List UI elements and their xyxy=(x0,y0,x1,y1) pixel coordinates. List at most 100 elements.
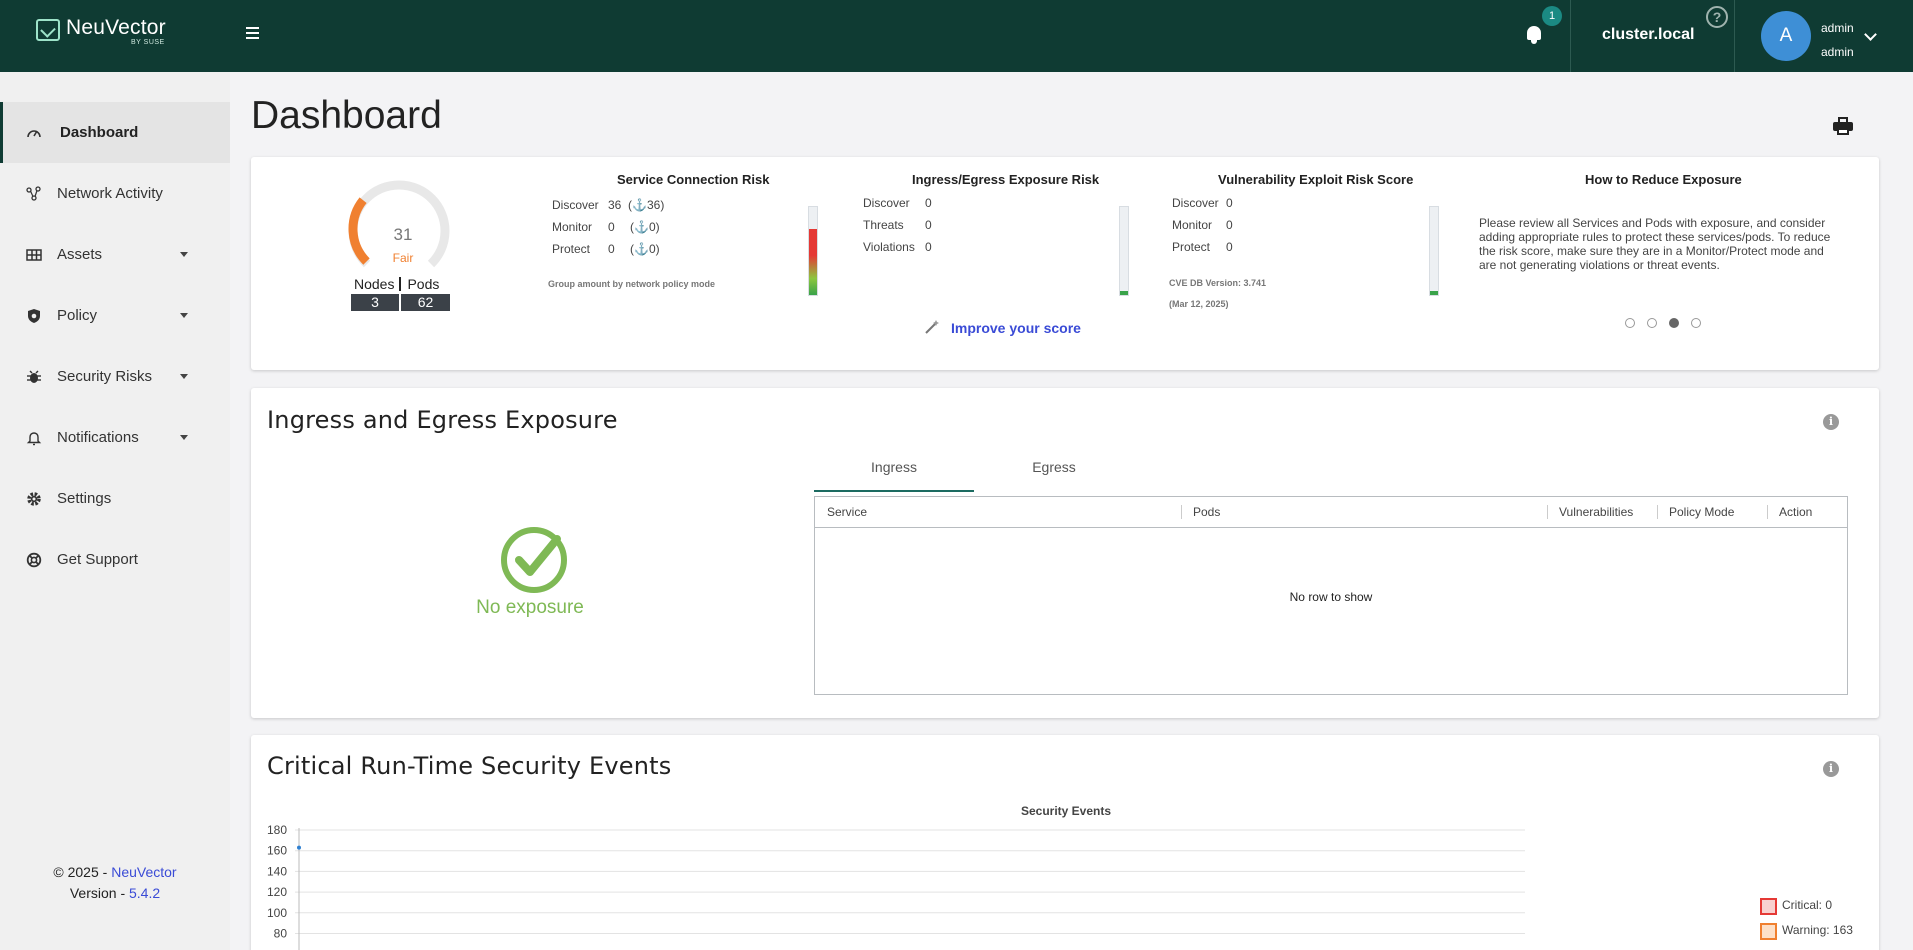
tab-egress[interactable]: Egress xyxy=(974,458,1134,492)
help-icon[interactable]: ? xyxy=(1706,6,1728,28)
user-name: admin xyxy=(1821,21,1854,35)
service-connection-stats: Discover 36 (⚓36) Monitor 0 (⚓0) Protect 0 (⚓… xyxy=(552,194,664,260)
exposure-card: Ingress and Egress Exposure i No exposur… xyxy=(251,388,1879,718)
menu-toggle-icon[interactable] xyxy=(246,27,259,39)
service-connection-title: Service Connection Risk xyxy=(617,172,770,187)
sidebar-item-label: Settings xyxy=(57,490,112,507)
vulnerability-stats: Discover 0 Monitor 0 Protect 0 xyxy=(1172,192,1233,258)
check-circle-icon xyxy=(501,527,567,593)
stat-row: Violations 0 xyxy=(863,240,932,254)
service-connection-risk-bar xyxy=(808,206,818,296)
stat-row: Protect 0 xyxy=(1172,240,1233,254)
security-events-title: Critical Run-Time Security Events xyxy=(267,752,672,780)
exposure-card-title: Ingress and Egress Exposure xyxy=(267,406,618,434)
cve-db-date: (Mar 12, 2025) xyxy=(1169,299,1229,309)
divider xyxy=(1734,0,1735,72)
nodes-count: 3 xyxy=(351,294,399,311)
anchor-icon: ⚓ xyxy=(634,242,649,256)
sidebar-item-label: Dashboard xyxy=(60,124,139,141)
network-icon xyxy=(26,185,41,201)
legend-item-critical[interactable]: Critical: 0 xyxy=(1760,898,1832,915)
sidebar-item-label: Policy xyxy=(57,307,98,324)
anchor-icon: ⚓ xyxy=(634,220,649,234)
carousel-dot[interactable] xyxy=(1647,318,1657,328)
print-icon[interactable] xyxy=(1833,117,1853,135)
shield-icon xyxy=(28,308,40,323)
nodes-label: Nodes xyxy=(354,276,395,292)
sidebar-item-assets[interactable]: Assets xyxy=(0,224,230,285)
security-events-card: Critical Run-Time Security Events i Secu… xyxy=(251,735,1879,950)
sidebar-item-security-risks[interactable]: Security Risks xyxy=(0,346,230,407)
carousel-dot[interactable] xyxy=(1625,318,1635,328)
column-header[interactable]: Vulnerabilities xyxy=(1547,497,1633,527)
data-point[interactable] xyxy=(297,845,301,850)
info-icon[interactable]: i xyxy=(1823,414,1839,430)
y-tick-label: 120 xyxy=(267,885,287,899)
user-info[interactable]: admin admin xyxy=(1821,16,1854,64)
cve-db-version: CVE DB Version: 3.741 xyxy=(1169,278,1267,288)
caret-down-icon xyxy=(180,313,188,318)
column-header[interactable]: Action xyxy=(1767,497,1812,527)
sidebar-item-label: Security Risks xyxy=(57,368,153,385)
ingress-egress-risk-bar xyxy=(1119,206,1129,296)
chevron-down-icon[interactable] xyxy=(1864,28,1877,41)
carousel-dot[interactable] xyxy=(1691,318,1701,328)
logo-icon xyxy=(36,19,60,41)
tab-ingress[interactable]: Ingress xyxy=(814,458,974,492)
nodes-pods-counts: 3 62 xyxy=(351,294,450,311)
column-header[interactable]: Pods xyxy=(1181,497,1220,527)
y-tick-label: 80 xyxy=(274,927,288,941)
improve-score-link[interactable]: Improve your score xyxy=(924,320,1081,336)
reduce-exposure-text: Please review all Services and Pods with… xyxy=(1479,216,1831,272)
stat-row: Discover 0 xyxy=(863,196,932,210)
sidebar: Dashboard Network Activity Assets Policy… xyxy=(0,72,230,950)
group-amount-note: Group amount by network policy mode xyxy=(548,279,716,289)
chart-title: Security Events xyxy=(1020,804,1112,818)
stat-row: Discover 0 xyxy=(1172,196,1233,210)
sidebar-item-dashboard[interactable]: Dashboard xyxy=(0,102,230,163)
gear-icon xyxy=(27,491,41,506)
risk-score-value: 31 xyxy=(393,225,413,244)
column-header[interactable]: Policy Mode xyxy=(1657,497,1734,527)
column-header[interactable]: Service xyxy=(815,497,867,527)
info-icon[interactable]: i xyxy=(1823,761,1839,777)
magic-wand-icon xyxy=(925,320,939,334)
brand-sub: BY SUSE xyxy=(131,39,165,46)
sidebar-item-network-activity[interactable]: Network Activity xyxy=(0,163,230,224)
avatar[interactable]: A xyxy=(1761,11,1811,61)
sidebar-item-label: Get Support xyxy=(57,551,138,568)
version-label: Version - xyxy=(69,885,129,901)
neuvector-logo[interactable]: NeuVector BY SUSE xyxy=(36,17,166,46)
stat-row: Monitor 0 (⚓0) xyxy=(552,220,660,234)
notifications-bell-icon[interactable] xyxy=(1524,24,1544,46)
legend-item-warning[interactable]: Warning: 163 xyxy=(1760,923,1853,940)
neuvector-link[interactable]: NeuVector xyxy=(111,864,176,880)
pods-count: 62 xyxy=(401,294,450,311)
sidebar-item-policy[interactable]: Policy xyxy=(0,285,230,346)
caret-down-icon xyxy=(180,435,188,440)
sidebar-item-settings[interactable]: Settings xyxy=(0,468,230,529)
sidebar-item-notifications[interactable]: Notifications xyxy=(0,407,230,468)
version-link[interactable]: 5.4.2 xyxy=(129,885,160,901)
y-tick-label: 160 xyxy=(267,844,287,858)
exposure-table: Service Pods Vulnerabilities Policy Mode… xyxy=(814,496,1848,695)
notification-count-badge: 1 xyxy=(1542,6,1562,26)
ingress-egress-stats: Discover 0 Threats 0 Violations 0 xyxy=(863,192,932,258)
user-role: admin xyxy=(1821,45,1854,59)
top-bar: NeuVector BY SUSE 1 cluster.local ? A ad… xyxy=(0,0,1913,72)
y-tick-label: 100 xyxy=(267,906,287,920)
nodes-pods-labels: Nodes Pods xyxy=(354,276,439,292)
ingress-egress-title: Ingress/Egress Exposure Risk xyxy=(912,172,1100,187)
cluster-name[interactable]: cluster.local xyxy=(1602,26,1695,44)
divider xyxy=(1570,0,1571,72)
sidebar-item-label: Assets xyxy=(57,246,103,263)
sidebar-item-get-support[interactable]: Get Support xyxy=(0,529,230,590)
no-exposure-text: No exposure xyxy=(476,597,584,618)
sidebar-item-label: Network Activity xyxy=(57,185,163,202)
carousel-dot-active[interactable] xyxy=(1669,318,1679,328)
pods-label: Pods xyxy=(407,276,440,292)
legend-swatch xyxy=(1760,898,1777,915)
vulnerability-title: Vulnerability Exploit Risk Score xyxy=(1218,172,1414,187)
bug-icon xyxy=(27,370,41,383)
y-tick-label: 180 xyxy=(267,823,287,837)
